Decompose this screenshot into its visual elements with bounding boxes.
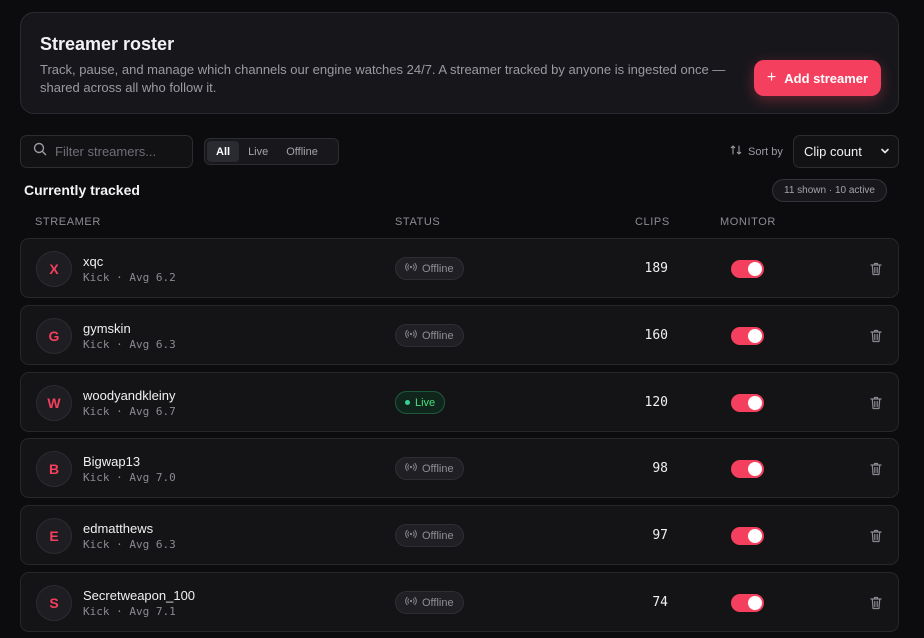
streamer-name: Bigwap13 <box>83 454 141 469</box>
streamer-row[interactable]: B Bigwap13 Kick · Avg 7.0 Offline 98 <box>20 438 899 498</box>
trash-icon[interactable] <box>869 528 883 544</box>
avatar: S <box>36 585 72 621</box>
broadcast-icon <box>405 329 417 342</box>
streamer-meta: Kick · Avg 6.3 <box>83 538 176 551</box>
page-description: Track, pause, and manage which channels … <box>40 62 726 95</box>
sort-by-label: Sort by <box>730 144 783 159</box>
column-header-status: STATUS <box>395 216 441 228</box>
status-filter-tabs: All Live Offline <box>204 138 339 165</box>
streamer-name: woodyandkleiny <box>83 388 176 403</box>
tab-live[interactable]: Live <box>239 141 277 162</box>
toggle-knob <box>748 462 762 476</box>
avatar: B <box>36 451 72 487</box>
status-text: Offline <box>422 529 454 542</box>
status-badge: Live <box>395 391 446 414</box>
streamer-meta: Kick · Avg 7.1 <box>83 605 176 618</box>
page-title: Streamer roster <box>40 34 175 54</box>
status-text: Offline <box>422 262 454 275</box>
sort-icon <box>730 144 742 159</box>
streamer-meta: Kick · Avg 6.7 <box>83 405 176 418</box>
section-title: Currently tracked <box>24 182 140 198</box>
streamer-row[interactable]: Wwoodyandkleiny Kick · Avg 6.7 Live 120 <box>20 372 899 432</box>
column-header-clips: CLIPS <box>635 216 670 228</box>
clip-count: 189 <box>644 261 668 276</box>
monitor-toggle[interactable] <box>731 327 764 345</box>
streamer-row[interactable]: Eedmatthews Kick · Avg 6.3 Offline 97 <box>20 505 899 565</box>
column-header-monitor: MONITOR <box>720 216 776 228</box>
trash-icon[interactable] <box>869 395 883 411</box>
trash-icon[interactable] <box>869 261 883 277</box>
monitor-toggle[interactable] <box>731 394 764 412</box>
avatar: W <box>36 385 72 421</box>
streamer-row[interactable]: Xxqc Kick · Avg 6.2 Offline 189 <box>20 238 899 298</box>
tab-all[interactable]: All <box>207 141 240 162</box>
toggle-knob <box>748 596 762 610</box>
avatar: G <box>36 318 72 354</box>
status-badge: Offline <box>395 324 464 347</box>
tab-offline[interactable]: Offline <box>277 141 327 162</box>
toggle-knob <box>748 529 762 543</box>
status-badge: Offline <box>395 257 464 280</box>
streamer-name: gymskin <box>83 321 131 336</box>
header-card: Streamer roster Track, pause, and manage… <box>20 12 899 114</box>
broadcast-icon <box>405 262 417 275</box>
status-text: Offline <box>422 329 454 342</box>
monitor-toggle[interactable] <box>731 460 764 478</box>
streamer-meta: Kick · Avg 6.2 <box>83 271 176 284</box>
column-header-streamer: STREAMER <box>35 216 101 228</box>
streamer-meta: Kick · Avg 7.0 <box>83 471 176 484</box>
status-badge: Offline <box>395 457 464 480</box>
avatar: X <box>36 251 72 287</box>
plus-icon: + <box>766 69 777 86</box>
search-icon <box>33 142 47 161</box>
streamer-row[interactable]: Ggymskin Kick · Avg 6.3 Offline 160 <box>20 305 899 365</box>
clip-count: 120 <box>644 395 668 410</box>
status-text: Live <box>415 396 436 409</box>
clip-count: 74 <box>652 595 668 610</box>
clip-count: 98 <box>652 461 668 476</box>
sort-select[interactable]: Clip count <box>793 135 899 168</box>
monitor-toggle[interactable] <box>731 527 764 545</box>
trash-icon[interactable] <box>869 461 883 477</box>
clip-count: 97 <box>652 528 668 543</box>
toggle-knob <box>748 329 762 343</box>
streamer-meta: Kick · Avg 6.3 <box>83 338 176 351</box>
monitor-toggle[interactable] <box>731 260 764 278</box>
status-badge: Offline <box>395 524 464 547</box>
streamer-row[interactable]: S Secretweapon_100 Kick · Avg 7.1 Offline 74 <box>20 572 899 632</box>
live-dot-icon <box>405 400 410 405</box>
filter-streamers-input[interactable] <box>55 144 180 159</box>
status-text: Offline <box>422 462 454 475</box>
sort-select-value: Clip count <box>804 144 862 159</box>
broadcast-icon <box>405 462 417 475</box>
sort-by-text: Sort by <box>748 145 783 158</box>
streamer-name: edmatthews <box>83 521 154 536</box>
chevron-down-icon <box>880 144 890 159</box>
clip-count: 160 <box>644 328 668 343</box>
streamer-name: xqc <box>83 254 104 269</box>
add-streamer-label: Add streamer <box>784 70 869 86</box>
toggle-knob <box>748 262 762 276</box>
status-badge: Offline <box>395 591 464 614</box>
toggle-knob <box>748 396 762 410</box>
count-badge: 11 shown · 10 active <box>772 179 887 202</box>
status-text: Offline <box>422 596 454 609</box>
streamer-name: Secretweapon_100 <box>83 588 196 603</box>
add-streamer-button[interactable]: + Add streamer <box>754 60 881 96</box>
trash-icon[interactable] <box>869 595 883 611</box>
avatar: E <box>36 518 72 554</box>
trash-icon[interactable] <box>869 328 883 344</box>
broadcast-icon <box>405 596 417 609</box>
broadcast-icon <box>405 529 417 542</box>
filter-field[interactable] <box>20 135 193 168</box>
monitor-toggle[interactable] <box>731 594 764 612</box>
